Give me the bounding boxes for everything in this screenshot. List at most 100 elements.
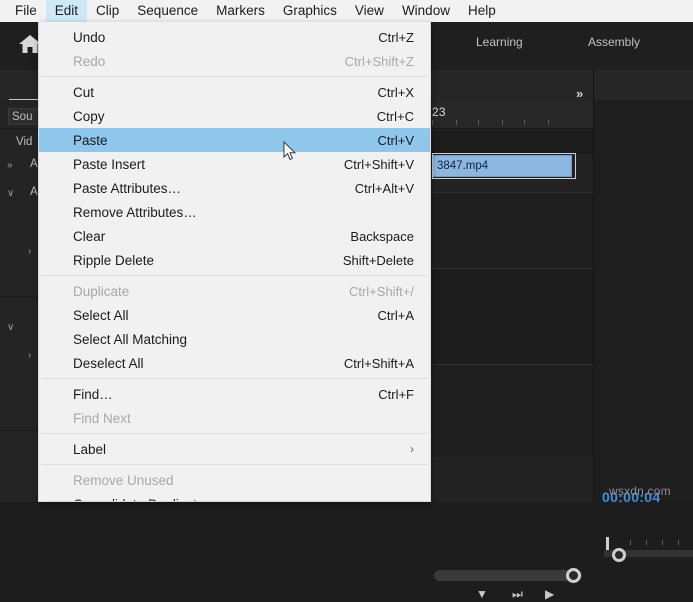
- timeline-clip-selection: [432, 153, 576, 179]
- monitor-tick: [630, 540, 631, 545]
- menu-view[interactable]: View: [346, 0, 393, 22]
- menu-item-label: Remove Attributes…: [73, 205, 414, 220]
- menu-item-label: Paste Attributes…: [73, 181, 355, 196]
- menu-separator: [41, 464, 428, 465]
- menu-item-label: Paste Insert: [73, 157, 344, 172]
- playhead-icon[interactable]: [606, 537, 609, 551]
- menu-item-cut[interactable]: Cut Ctrl+X: [39, 80, 430, 104]
- program-scrub-handle-icon[interactable]: [612, 548, 626, 562]
- menu-separator: [41, 378, 428, 379]
- menu-item-label: Paste: [73, 133, 378, 148]
- menu-item-paste-attributes[interactable]: Paste Attributes… Ctrl+Alt+V: [39, 176, 430, 200]
- menu-item-accel: Ctrl+Alt+V: [355, 181, 414, 196]
- ruler-tick: [502, 120, 503, 125]
- menu-graphics[interactable]: Graphics: [274, 0, 346, 22]
- menu-edit[interactable]: Edit: [46, 0, 87, 22]
- menu-item-label: Deselect All: [73, 356, 344, 371]
- menu-item-label: Duplicate: [73, 284, 349, 299]
- application-window: Learning Assembly Effe Audio Clip M Prog…: [0, 0, 693, 502]
- menu-item-label: Redo: [73, 54, 345, 69]
- menu-item-accel: Ctrl+Shift+V: [344, 157, 414, 172]
- menu-help[interactable]: Help: [459, 0, 505, 22]
- menu-item-label: Find Next: [73, 411, 414, 426]
- menu-item-redo: Redo Ctrl+Shift+Z: [39, 49, 430, 73]
- menu-item-remove-unused: Remove Unused: [39, 468, 430, 492]
- menu-item-label: Cut: [73, 85, 378, 100]
- menu-item-label: Select All Matching: [73, 332, 414, 347]
- menu-item-accel: Backspace: [350, 229, 414, 244]
- timeline-timecode: 23: [432, 105, 446, 119]
- menu-item-label: Consolidate Duplicates: [73, 497, 414, 503]
- workspace-tab-learning[interactable]: Learning: [476, 35, 523, 49]
- menu-item-select-all-matching[interactable]: Select All Matching: [39, 327, 430, 351]
- edit-dropdown-menu[interactable]: Undo Ctrl+Z Redo Ctrl+Shift+Z Cut Ctrl+X…: [38, 22, 431, 502]
- left-row-source: Sou: [12, 111, 32, 123]
- menu-file[interactable]: File: [6, 0, 46, 22]
- menu-item-accel: Ctrl+Shift+A: [344, 356, 414, 371]
- timeline-zoom-handle-icon[interactable]: [566, 568, 581, 583]
- timeline-scrollbar[interactable]: [434, 570, 582, 581]
- workspace-tab-assembly[interactable]: Assembly: [588, 35, 640, 49]
- ruler-tick: [478, 120, 479, 125]
- panel-overflow-icon[interactable]: »: [576, 86, 581, 101]
- menu-item-label: Find…: [73, 387, 378, 402]
- filter-icon[interactable]: ▼: [476, 587, 488, 601]
- menu-item-consolidate-duplicates[interactable]: Consolidate Duplicates: [39, 492, 430, 502]
- menu-separator: [41, 433, 428, 434]
- monitor-tick: [646, 540, 647, 545]
- disclosure-right-icon-1[interactable]: »: [7, 160, 13, 171]
- step-forward-icon[interactable]: ⏭: [512, 587, 523, 602]
- menu-sequence[interactable]: Sequence: [128, 0, 207, 22]
- menu-item-ripple-delete[interactable]: Ripple Delete Shift+Delete: [39, 248, 430, 272]
- menu-item-label: Remove Unused: [73, 473, 414, 488]
- menu-bar: File Edit Clip Sequence Markers Graphics…: [0, 0, 693, 22]
- menu-item-deselect-all[interactable]: Deselect All Ctrl+Shift+A: [39, 351, 430, 375]
- left-row-a1: A: [30, 158, 38, 170]
- menu-item-label: Select All: [73, 308, 378, 323]
- menu-separator: [41, 275, 428, 276]
- menu-clip[interactable]: Clip: [87, 0, 128, 22]
- menu-item-find[interactable]: Find… Ctrl+F: [39, 382, 430, 406]
- menu-item-accel: Shift+Delete: [343, 253, 414, 268]
- ruler-tick: [524, 120, 525, 125]
- menu-item-select-all[interactable]: Select All Ctrl+A: [39, 303, 430, 327]
- audio-track-1[interactable]: [432, 269, 593, 364]
- program-monitor-panel: 00:00:04: [594, 100, 693, 502]
- menu-item-accel: Ctrl+Z: [378, 30, 414, 45]
- disclosure-right-icon-3[interactable]: ›: [28, 350, 31, 361]
- menu-item-accel: Ctrl+A: [378, 308, 414, 323]
- ruler-tick: [456, 120, 457, 125]
- menu-item-remove-attributes[interactable]: Remove Attributes…: [39, 200, 430, 224]
- monitor-tick: [678, 540, 679, 545]
- ruler-tick: [432, 120, 433, 125]
- menu-item-accel: Ctrl+Shift+/: [349, 284, 414, 299]
- menu-item-duplicate: Duplicate Ctrl+Shift+/: [39, 279, 430, 303]
- ruler-tick: [548, 120, 549, 125]
- menu-item-find-next: Find Next: [39, 406, 430, 430]
- chevron-right-icon: ›: [410, 442, 414, 456]
- menu-markers[interactable]: Markers: [207, 0, 274, 22]
- video-track-2[interactable]: [432, 193, 593, 268]
- menu-item-paste-insert[interactable]: Paste Insert Ctrl+Shift+V: [39, 152, 430, 176]
- menu-item-label: Copy: [73, 109, 377, 124]
- menu-item-label[interactable]: Label ›: [39, 437, 430, 461]
- left-row-video: Vid: [16, 136, 32, 148]
- left-row-a2: A: [30, 186, 38, 198]
- menu-item-accel: Ctrl+X: [378, 85, 414, 100]
- menu-window[interactable]: Window: [393, 0, 459, 22]
- menu-item-accel: Ctrl+Shift+Z: [345, 54, 414, 69]
- timeline-panel[interactable]: 23 3847.mp4 ▼ ⏭ ▶: [432, 100, 593, 502]
- menu-item-undo[interactable]: Undo Ctrl+Z: [39, 25, 430, 49]
- disclosure-down-icon-1[interactable]: ∨: [7, 188, 14, 199]
- play-icon[interactable]: ▶: [545, 587, 554, 601]
- menu-item-paste[interactable]: Paste Ctrl+V: [39, 128, 430, 152]
- monitor-tick: [662, 540, 663, 545]
- disclosure-down-icon-2[interactable]: ∨: [7, 322, 14, 333]
- menu-item-label: Undo: [73, 30, 378, 45]
- track-header-band: [432, 130, 593, 154]
- menu-item-clear[interactable]: Clear Backspace: [39, 224, 430, 248]
- menu-item-copy[interactable]: Copy Ctrl+C: [39, 104, 430, 128]
- menu-item-accel: Ctrl+C: [377, 109, 414, 124]
- disclosure-right-icon-2[interactable]: ›: [28, 246, 31, 257]
- audio-track-2[interactable]: [432, 365, 593, 457]
